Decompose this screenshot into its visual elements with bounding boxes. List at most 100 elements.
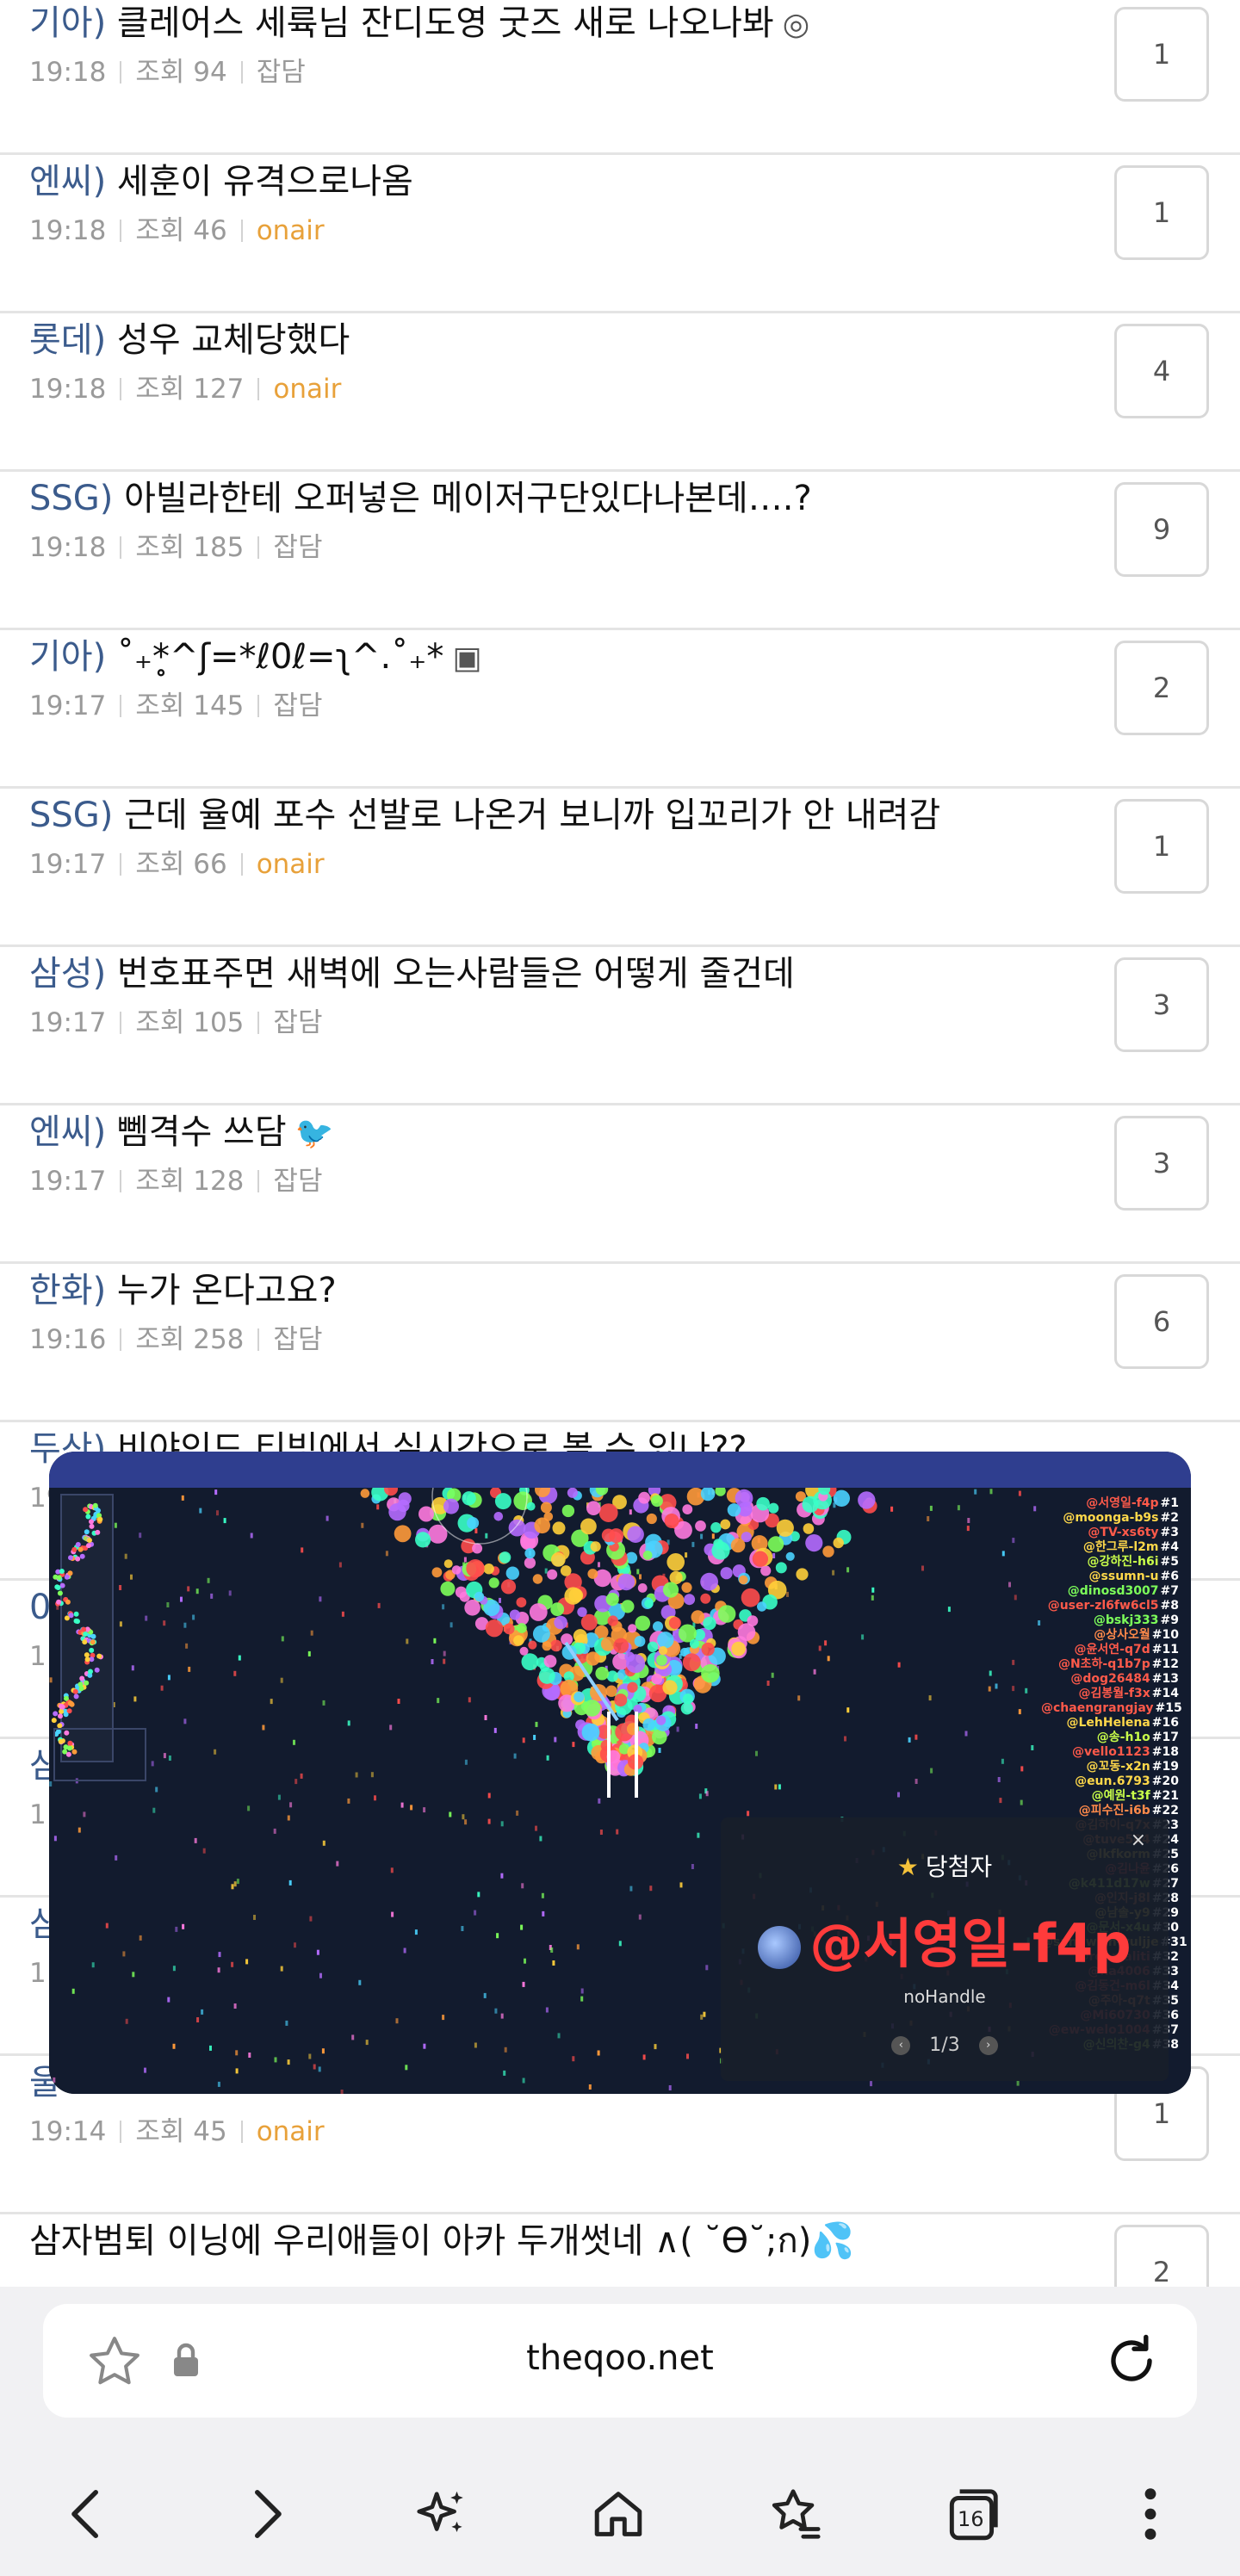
post-time: 19:18	[29, 374, 107, 405]
post-title[interactable]: 기아) 클레어스 세륙님 잔디도영 굿즈 새로 나오나봐 ◎	[29, 2, 809, 46]
post-title[interactable]: 삼자범퇴 이닝에 우리애들이 아카 두개썻네 ∧( ˘ϴ˘;ก)💦	[29, 2220, 854, 2263]
post-time: 1	[29, 1958, 46, 1989]
tabs-button[interactable]: 16	[939, 2480, 1008, 2548]
list-item[interactable]: SSG) 근데 율예 포수 선발로 나온거 보니까 입꼬리가 안 내려감 19:1…	[0, 789, 1240, 947]
post-board[interactable]: 잡담	[273, 1324, 322, 1355]
list-item[interactable]: 엔씨) 세훈이 유격으로나옴 19:18 조회 46 onair 1	[0, 155, 1240, 313]
post-board[interactable]: 잡담	[273, 532, 322, 563]
ranking-position: #7	[1160, 1584, 1179, 1598]
next-page-icon[interactable]: ›	[978, 2036, 998, 2055]
winner-name-text: @서영일-f4p	[809, 1912, 1132, 1975]
player-drag-bar[interactable]	[49, 1452, 1191, 1488]
forward-icon[interactable]	[232, 2480, 301, 2548]
post-title[interactable]: 롯데) 성우 교체당했다	[29, 319, 350, 362]
ranking-name: @상사오월	[1094, 1628, 1150, 1642]
comment-count-button[interactable]: 1	[1114, 165, 1209, 260]
back-icon[interactable]	[52, 2480, 121, 2548]
reload-icon[interactable]	[1100, 2330, 1162, 2395]
post-views: 조회 145	[135, 690, 245, 721]
comment-count-button[interactable]: 4	[1114, 324, 1209, 418]
post-board[interactable]: 잡담	[273, 1007, 322, 1038]
comment-count-button[interactable]: 3	[1114, 1116, 1209, 1211]
post-board[interactable]: onair	[257, 2116, 325, 2147]
list-item[interactable]: 한화) 누가 온다고요? 19:16 조회 258 잡담 6	[0, 1264, 1240, 1422]
ranking-position: #10	[1151, 1628, 1179, 1642]
winner-handle: noHandle	[903, 1986, 986, 2007]
instagram-icon: ◎	[782, 7, 810, 42]
post-time: 19:17	[29, 849, 107, 880]
post-title[interactable]: 엔씨) 뻼격수 쓰담 🐦	[29, 1111, 333, 1155]
ranking-entry: @user-zl6fw6cl5 #8	[1041, 1599, 1179, 1613]
list-item[interactable]: 기아) ˚₊*̥^ʃ=*ℓ0ℓ=ʅ^.˚₊* ▣ 19:17 조회 145 잡담 2	[0, 630, 1240, 789]
list-item[interactable]: 엔씨) 뻼격수 쓰담 🐦 19:17 조회 128 잡담 3	[0, 1105, 1240, 1264]
comment-count-button[interactable]: 3	[1114, 957, 1209, 1052]
list-item[interactable]: 롯데) 성우 교체당했다 19:18 조회 127 onair 4	[0, 313, 1240, 472]
home-icon[interactable]	[584, 2480, 653, 2548]
post-time: 19:17	[29, 1166, 107, 1197]
divider	[120, 695, 122, 717]
post-views: 조회 66	[135, 849, 227, 880]
divider	[257, 695, 260, 717]
divider	[120, 61, 122, 84]
post-board[interactable]: onair	[257, 849, 325, 880]
post-title[interactable]: SSG) 근데 율예 포수 선발로 나온거 보니까 입꼬리가 안 내려감	[29, 794, 940, 837]
post-title[interactable]: SSG) 아빌라한테 오퍼넣은 메이저구단있다나본데….?	[29, 477, 812, 520]
list-item[interactable]: 삼성) 번호표주면 새벽에 오는사람들은 어떻게 줄건데 19:17 조회 105 잡…	[0, 947, 1240, 1105]
post-views: 조회 45	[135, 2116, 227, 2147]
post-board[interactable]: 잡담	[273, 690, 322, 721]
post-meta: 19:18 조회 46 onair	[29, 214, 325, 248]
ranking-name: @한그루-l2m	[1082, 1540, 1159, 1554]
ranking-entry: @dog26484 #13	[1041, 1672, 1179, 1687]
ranking-entry: @dinosd3007 #7	[1041, 1584, 1179, 1599]
list-item[interactable]: SSG) 아빌라한테 오퍼넣은 메이저구단있다나본데….? 19:18 조회 185…	[0, 472, 1240, 630]
post-title[interactable]: 0	[29, 1586, 51, 1629]
comment-count-button[interactable]: 9	[1114, 482, 1209, 577]
divider	[257, 378, 260, 400]
bottom-navigation: 16	[0, 2462, 1240, 2548]
post-title-text: 클레어스 세륙님 잔디도영 굿즈 새로 나오나봐	[106, 3, 774, 43]
ranking-name: @dinosd3007	[1067, 1584, 1159, 1598]
more-menu-icon[interactable]	[1116, 2480, 1185, 2548]
floating-video-player[interactable]: @서영일-f4p #1 @moonga-b9s #2 @TV-xs6ty #3 @한그루-l…	[49, 1452, 1191, 2094]
comment-count-button[interactable]: 1	[1114, 799, 1209, 894]
post-board[interactable]: onair	[257, 215, 325, 246]
post-title-text: 삼자범퇴 이닝에 우리애들이 아카 두개썻네 ∧( ˘ϴ˘;ก)💦	[29, 2221, 855, 2261]
post-title[interactable]: 삼성) 번호표주면 새벽에 오는사람들은 어떻게 줄건데	[29, 952, 795, 995]
ranking-name: @예원-t3f	[1091, 1789, 1150, 1803]
post-title-text: 번호표주면 새벽에 오는사람들은 어떻게 줄건데	[106, 954, 795, 994]
ranking-entry: @강하진-h6i #5	[1041, 1555, 1179, 1570]
ranking-entry: @꼬동-x2n #19	[1041, 1760, 1179, 1774]
post-time: 19:17	[29, 1007, 107, 1038]
post-board[interactable]: onair	[273, 374, 341, 405]
post-views: 조회 46	[135, 215, 227, 246]
post-time: 19:17	[29, 690, 107, 721]
ranking-name: @서영일-f4p	[1086, 1496, 1159, 1510]
bookmarks-icon[interactable]	[761, 2480, 830, 2548]
ranking-name: @N초하-q1b7p	[1057, 1657, 1150, 1671]
post-title-text: 아빌라한테 오퍼넣은 메이저구단있다나본데….?	[113, 479, 812, 518]
ranking-entry: @김봉월-f3x #14	[1041, 1687, 1179, 1701]
list-item[interactable]: 기아) 클레어스 세륙님 잔디도영 굿즈 새로 나오나봐 ◎ 19:18 조회 94 잡…	[0, 0, 1240, 155]
ranking-position: #20	[1151, 1774, 1179, 1788]
ranking-position: #21	[1151, 1789, 1179, 1803]
comment-count-button[interactable]: 6	[1114, 1274, 1209, 1369]
prev-page-icon[interactable]: ‹	[891, 2036, 911, 2055]
ranking-position: #16	[1151, 1716, 1179, 1730]
post-category: 한화)	[29, 1271, 107, 1310]
post-title[interactable]: 기아) ˚₊*̥^ʃ=*ℓ0ℓ=ʅ^.˚₊* ▣	[29, 635, 481, 680]
post-board[interactable]: 잡담	[273, 1166, 322, 1197]
ai-sparkle-icon[interactable]	[407, 2480, 476, 2548]
post-title[interactable]: 한화) 누가 온다고요?	[29, 1269, 337, 1312]
post-title-text: 근데 율예 포수 선발로 나온거 보니까 입꼬리가 안 내려감	[113, 796, 941, 835]
ranking-entry: @예원-t3f #21	[1041, 1789, 1179, 1804]
post-category: 삼성)	[29, 954, 107, 994]
post-views: 조회 258	[135, 1324, 245, 1355]
ranking-name: @moonga-b9s	[1063, 1511, 1159, 1525]
comment-count-button[interactable]: 1	[1114, 7, 1209, 102]
comment-count-button[interactable]: 2	[1114, 641, 1209, 735]
ranking-position: #19	[1151, 1760, 1179, 1774]
address-bar[interactable]: theqoo.net	[43, 2304, 1197, 2418]
post-title[interactable]: 엔씨) 세훈이 유격으로나옴	[29, 160, 413, 203]
post-meta: 19:17 조회 145 잡담	[29, 689, 322, 723]
post-board[interactable]: 잡담	[257, 57, 306, 88]
